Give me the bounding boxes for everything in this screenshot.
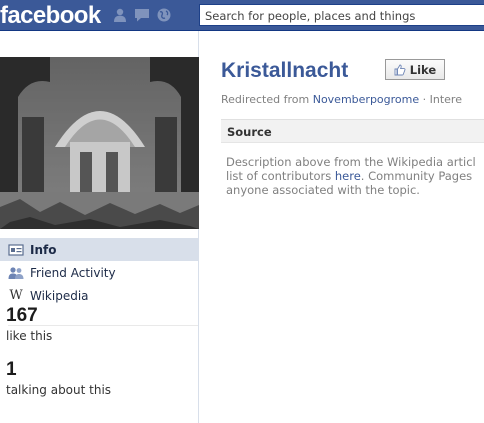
desc-line-1: Description above from the Wikipedia art… xyxy=(226,155,476,169)
contributors-link[interactable]: here xyxy=(335,169,361,183)
profile-picture[interactable] xyxy=(0,57,199,229)
desc-line-2-text: list of contributors xyxy=(226,169,335,183)
talking-label: talking about this xyxy=(6,383,112,397)
friends-icon xyxy=(8,266,24,279)
nav-item-info[interactable]: Info xyxy=(0,238,198,261)
page-title: Kristallnacht xyxy=(221,59,349,82)
like-button[interactable]: Like xyxy=(385,59,445,80)
nav-item-friend-activity[interactable]: Friend Activity xyxy=(0,261,198,284)
nav-label-friend-activity: Friend Activity xyxy=(30,265,116,280)
desc-line-2-rest: . Community Pages xyxy=(360,169,473,183)
top-bar: facebook Search for people, places and t… xyxy=(0,0,484,31)
search-input[interactable]: Search for people, places and things xyxy=(199,4,484,26)
redirect-prefix: Redirected from xyxy=(221,93,313,106)
nav-item-wikipedia[interactable]: W Wikipedia xyxy=(0,284,198,307)
talking-count: 1 xyxy=(6,359,17,380)
redirect-line: Redirected from Novemberpogrome · Intere xyxy=(221,93,462,106)
main-column: Kristallnacht Like Redirected from Novem… xyxy=(199,31,484,423)
info-card-icon xyxy=(8,243,24,256)
source-description: Description above from the Wikipedia art… xyxy=(226,155,484,197)
like-button-label: Like xyxy=(409,62,437,77)
likes-stat: 167 like this xyxy=(6,306,53,344)
desc-line-2: list of contributors here. Community Pag… xyxy=(226,169,484,183)
friend-requests-icon[interactable] xyxy=(112,8,128,22)
facebook-logo[interactable]: facebook xyxy=(0,2,101,30)
page-nav: Info Friend Activity W Wikipedia xyxy=(0,238,198,307)
talking-stat: 1 talking about this xyxy=(6,359,112,398)
source-section-header: Source xyxy=(221,119,484,143)
redirect-link[interactable]: Novemberpogrome xyxy=(313,93,419,106)
redirect-suffix[interactable]: · Intere xyxy=(419,93,462,106)
nav-label-wikipedia: Wikipedia xyxy=(30,288,89,303)
likes-count[interactable]: 167 xyxy=(6,306,52,326)
desc-line-3: anyone associated with the topic. xyxy=(226,183,420,197)
nav-label-info: Info xyxy=(30,242,57,257)
wikipedia-w-icon: W xyxy=(9,287,23,303)
left-column: Info Friend Activity W Wikipedia 167 lik… xyxy=(0,31,199,423)
likes-label: like this xyxy=(6,329,53,343)
messages-icon[interactable] xyxy=(134,8,150,22)
notification-jewels xyxy=(112,8,172,22)
notifications-globe-icon[interactable] xyxy=(156,8,172,22)
thumbs-up-icon xyxy=(394,64,406,75)
